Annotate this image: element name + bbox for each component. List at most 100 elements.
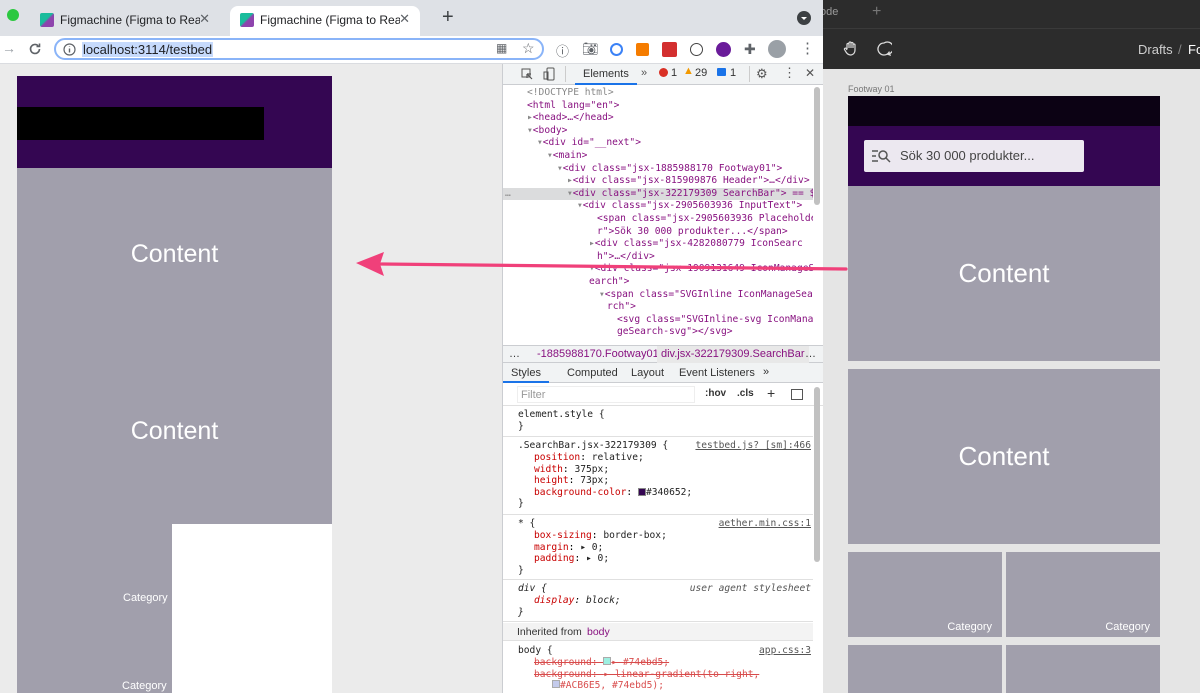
camera-icon[interactable]: 📷︎ — [582, 41, 599, 57]
rule-element-style[interactable]: element.style { } — [503, 407, 813, 437]
kebab-menu-icon[interactable]: ⋮ — [800, 39, 815, 57]
color-swatch[interactable] — [637, 487, 646, 496]
info-icon[interactable] — [63, 43, 76, 56]
more-tabs-icon[interactable]: » — [763, 366, 769, 378]
toggle-sidebar-icon[interactable] — [791, 389, 803, 400]
dom-node[interactable]: ▸<div class="jsx-815909876 Header">…</di… — [503, 175, 813, 188]
browser-tab-2[interactable]: Figmachine (Figma to React) – ✕ — [230, 6, 420, 36]
dom-node[interactable]: <!DOCTYPE html> — [503, 87, 813, 100]
tab-styles[interactable]: Styles — [503, 363, 549, 383]
css-prop-row[interactable]: display: block; — [534, 595, 621, 607]
hand-tool-icon[interactable] — [842, 40, 860, 58]
dom-node[interactable]: ▾<div id="__next"> — [503, 137, 813, 150]
rule-body[interactable]: body { app.css:3 background: ▸ #74ebd5; … — [503, 642, 813, 693]
error-count[interactable]: 1 — [671, 67, 677, 79]
css-prop-row-overridden[interactable]: background: ▸ #74ebd5; — [534, 657, 669, 669]
message-icon[interactable] — [717, 68, 726, 76]
tab-event-listeners[interactable]: Event Listeners — [679, 367, 755, 379]
browser-window: Figmachine (Figma to React) – ✕ Figmachi… — [0, 0, 823, 693]
qr-code-icon[interactable]: ▦ — [496, 41, 507, 55]
tab-search-button[interactable] — [797, 11, 811, 25]
rule-div-useragent[interactable]: div { user agent stylesheet display: blo… — [503, 580, 813, 622]
css-prop-row[interactable]: height: 73px; — [534, 475, 609, 487]
warning-icon[interactable]: ▲ — [683, 65, 694, 77]
rule-universal[interactable]: * { aether.min.css:1 box-sizing: border-… — [503, 515, 813, 580]
comment-icon[interactable] — [876, 41, 892, 57]
css-prop-row-overridden[interactable]: background: ▸ linear-gradient(to right, — [534, 669, 759, 681]
reload-icon[interactable] — [28, 42, 42, 56]
dom-node[interactable]: <span class="jsx-2905603936 Placeholde — [503, 213, 813, 226]
breadcrumb-footway[interactable]: -1885988170.Footway01 — [537, 348, 659, 360]
dom-node[interactable]: <html lang="en"> — [503, 100, 813, 113]
class-toggle[interactable]: .cls — [737, 388, 754, 399]
extension-1-icon[interactable]: ⓘ — [556, 41, 569, 60]
rule-source-link[interactable]: app.css:3 — [759, 645, 811, 656]
new-tab-button[interactable]: + — [442, 6, 454, 29]
extension-4-icon[interactable] — [662, 42, 677, 57]
kebab-menu-icon[interactable]: ⋮ — [783, 65, 796, 81]
close-icon[interactable]: ✕ — [805, 66, 815, 80]
dom-node[interactable]: ▾<div class="jsx-2905603936 InputText"> — [503, 200, 813, 213]
bookmark-star-icon[interactable]: ☆ — [522, 40, 535, 57]
search-input-placeholder-block[interactable] — [17, 107, 264, 140]
dom-node[interactable]: ▾<div class="jsx-1885988170 Footway01"> — [503, 163, 813, 176]
inspect-element-icon[interactable] — [521, 68, 533, 80]
dom-node[interactable]: ▾<span class="SVGInline IconManageSea — [503, 289, 813, 302]
dom-node[interactable]: geSearch-svg"></svg> — [503, 326, 813, 339]
css-prop-row[interactable]: box-sizing: border-box; — [534, 530, 667, 542]
color-swatch[interactable] — [552, 680, 560, 688]
css-prop-row[interactable]: margin: ▸ 0; — [534, 542, 603, 554]
more-tabs-icon[interactable]: » — [641, 67, 647, 79]
avatar[interactable] — [768, 40, 786, 58]
device-toolbar-icon[interactable] — [543, 67, 555, 81]
dom-node[interactable]: r">Sök 30 000 produkter...</span> — [503, 226, 813, 239]
warning-count[interactable]: 29 — [695, 67, 707, 79]
figma-frame-label[interactable]: Footway 01 — [848, 84, 895, 94]
dom-node[interactable]: ▾<main> — [503, 150, 813, 163]
breadcrumb-more[interactable]: … — [509, 348, 520, 360]
message-count[interactable]: 1 — [730, 67, 736, 79]
close-icon[interactable]: ✕ — [199, 11, 210, 27]
css-gradient-stops[interactable]: #ACB6E5, #74ebd5); — [552, 680, 664, 692]
breadcrumb-searchbar[interactable]: div.jsx-322179309.SearchBar — [657, 346, 809, 363]
filter-input[interactable]: Filter — [517, 386, 695, 403]
dom-node-selected[interactable]: … ▾<div class="jsx-322179309 SearchBar"> … — [503, 187, 813, 201]
extension-2-icon[interactable] — [610, 43, 623, 56]
extension-5-icon[interactable] — [690, 43, 703, 56]
extensions-puzzle-icon[interactable]: ✚ — [744, 41, 756, 58]
rule-searchbar[interactable]: .SearchBar.jsx-322179309 { testbed.js? [… — [503, 437, 813, 515]
forward-arrow-icon[interactable]: → — [2, 40, 16, 56]
dom-node[interactable]: ▾<body> — [503, 125, 813, 138]
new-style-rule-icon[interactable]: + — [767, 385, 775, 401]
styles-scrollbar[interactable] — [814, 387, 820, 562]
dom-node[interactable]: <svg class="SVGInline-svg IconMana — [503, 314, 813, 327]
figma-breadcrumb-file[interactable]: Fo — [1188, 42, 1200, 57]
extension-3-icon[interactable] — [636, 43, 649, 56]
dom-node[interactable]: rch"> — [503, 301, 813, 314]
hover-state-toggle[interactable]: :hov — [705, 388, 726, 399]
tab-computed[interactable]: Computed — [567, 367, 618, 379]
css-prop-row[interactable]: padding: ▸ 0; — [534, 553, 609, 565]
breadcrumb-more-end[interactable]: … — [805, 348, 816, 360]
inherited-from-link[interactable]: body — [587, 626, 610, 638]
figma-new-tab-icon[interactable]: + — [872, 3, 881, 21]
close-icon[interactable]: ✕ — [399, 11, 410, 27]
rule-source-link[interactable]: testbed.js? [sm]:466 — [695, 440, 811, 451]
css-prop-row[interactable]: position: relative; — [534, 452, 644, 464]
dom-scrollbar[interactable] — [814, 87, 820, 205]
dom-node[interactable]: ▸<head>…</head> — [503, 112, 813, 125]
browser-tab-1[interactable]: Figmachine (Figma to React) – ✕ — [30, 6, 220, 36]
rule-source-link[interactable]: aether.min.css:1 — [719, 518, 811, 529]
css-prop-row[interactable]: background-color: #340652; — [534, 487, 692, 499]
figma-breadcrumb-drafts[interactable]: Drafts — [1138, 42, 1173, 57]
error-icon[interactable] — [659, 68, 668, 77]
tab-layout[interactable]: Layout — [631, 367, 664, 379]
tab-elements[interactable]: Elements — [575, 64, 637, 85]
css-prop-row[interactable]: width: 375px; — [534, 464, 609, 476]
gear-icon[interactable]: ⚙ — [756, 66, 768, 82]
figma-search-input[interactable]: Sök 30 000 produkter... — [864, 140, 1084, 172]
window-zoom-button[interactable] — [7, 9, 19, 21]
url-text[interactable]: localhost:3114/testbed — [82, 42, 214, 57]
extension-6-icon[interactable] — [716, 42, 731, 57]
address-bar[interactable]: localhost:3114/testbed ▦ ☆ — [54, 38, 544, 60]
